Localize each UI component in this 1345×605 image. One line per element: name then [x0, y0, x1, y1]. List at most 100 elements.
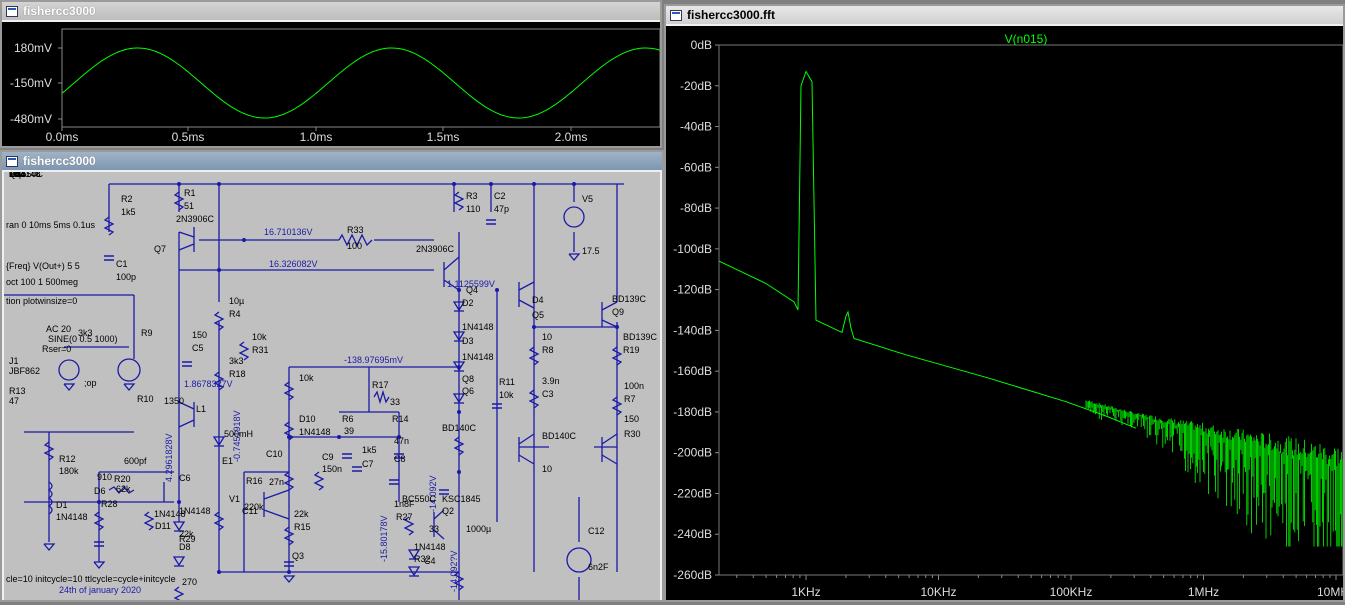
fft-ytick: -60dB — [680, 160, 712, 174]
component-label: C11 — [242, 506, 258, 516]
component-label: 150 — [624, 414, 639, 424]
component-label: R30 — [624, 429, 641, 439]
component-label: KSC1845 — [442, 494, 481, 504]
component-label: R13 — [9, 386, 26, 396]
component-label: C1 — [116, 259, 128, 269]
waveform-xtick: 1.5ms — [427, 130, 460, 144]
component-label: 10µ — [229, 296, 244, 306]
component-label: 10 — [542, 332, 552, 342]
fft-ytick: -260dB — [673, 568, 712, 582]
waveform-titlebar[interactable]: fishercc3000 — [2, 2, 660, 20]
waveform-window[interactable]: fishercc3000 180mV -150mV -480mV 0.0ms 0… — [0, 0, 662, 148]
component-label: R1 — [184, 188, 196, 198]
fft-window-icon — [670, 9, 682, 21]
fft-xtick: 10MHz — [1317, 585, 1343, 599]
component-label: R18 — [229, 369, 246, 379]
voltage-labels: 16.710136V 16.326082V 1.1125599V -138.97… — [164, 227, 495, 592]
component-label: R32 — [414, 554, 431, 564]
fft-y-axis: 0dB -20dB -40dB -60dB -80dB -100dB -120dB -140d… — [673, 38, 719, 582]
component-label: Q2 — [442, 506, 454, 516]
component-label: C3 — [542, 389, 554, 399]
component-label: BD139C — [612, 294, 647, 304]
source-text: AC 20 — [46, 324, 71, 334]
component-label: 27n — [269, 477, 284, 487]
waveform-trace — [61, 47, 661, 119]
component-label: D11 — [155, 521, 171, 531]
fft-titlebar[interactable]: fishercc3000.fft — [666, 6, 1343, 24]
component-label: Q3 — [292, 551, 304, 561]
fft-trace-label: V(n015) — [1005, 32, 1048, 46]
waveform-plot[interactable]: 180mV -150mV -480mV 0.0ms 0.5ms 1.0ms 1.… — [2, 22, 661, 146]
component-label: 62k — [116, 484, 131, 494]
component-label: 2N3906C — [176, 214, 215, 224]
component-label: 6n2F — [588, 562, 609, 572]
component-label: 1k5 — [121, 207, 136, 217]
component-label: R10 — [137, 394, 154, 404]
directive-text: ran 0 10ms 5ms 0.1us — [6, 220, 96, 230]
fft-ytick: 0dB — [691, 38, 712, 52]
voltage-label: -138.97695mV — [344, 355, 403, 365]
schematic-canvas[interactable]: ran 0 10ms 5ms 0.1us {Freq} V(Out+) 5 5 … — [4, 172, 660, 600]
schematic-titlebar[interactable]: fishercc3000 — [2, 152, 662, 170]
waveform-ytick: -480mV — [10, 112, 52, 126]
component-label: Q9 — [612, 307, 624, 317]
diodes — [172, 301, 466, 577]
fft-title: fishercc3000.fft — [687, 8, 776, 22]
component-label: 1350 — [164, 396, 184, 406]
component-label: 110 — [466, 204, 480, 214]
waveform-window-icon — [6, 5, 18, 17]
component-label: 1N4148 — [9, 172, 41, 179]
component-label: R15 — [294, 522, 311, 532]
fft-plot[interactable]: V(n015) 0dB -20dB -40dB -60dB -80dB -100dB -12… — [666, 26, 1345, 600]
component-label: R11 — [499, 377, 515, 387]
component-label: R7 — [624, 394, 636, 404]
component-label: 33 — [429, 524, 439, 534]
component-label: Q7 — [154, 244, 166, 254]
component-label: R31 — [252, 345, 269, 355]
component-label: J1 — [9, 356, 19, 366]
component-label: C12 — [588, 526, 605, 536]
component-label: R28 — [101, 499, 118, 509]
fft-ytick: -160dB — [673, 364, 712, 378]
component-label: C5 — [192, 343, 204, 353]
component-labels: R21k5C1100pQ7R1512N3906CR33100R3110C247p… — [9, 172, 658, 587]
component-label: Q6 — [462, 386, 474, 396]
waveform-xtick: 0.0ms — [46, 130, 79, 144]
component-label: 10k — [299, 373, 314, 383]
component-label: R14 — [392, 414, 409, 424]
voltage-label: 16.326082V — [269, 259, 318, 269]
component-label: R27 — [396, 512, 413, 522]
component-label: V5 — [582, 194, 593, 204]
schematic-window[interactable]: fishercc3000 ran 0 10ms 5ms 0.1us {Freq}… — [0, 150, 664, 602]
fft-ytick: -40dB — [680, 120, 712, 134]
component-label: 150 — [192, 330, 207, 340]
component-label: BD140C — [542, 431, 577, 441]
component-label: R33 — [347, 225, 364, 235]
directive-text: oct 100 1 500meg — [6, 277, 78, 287]
directive-text: cle=10 initcycle=10 ttlcycle=cycle+initc… — [6, 574, 176, 584]
component-label: BD139C — [623, 332, 658, 342]
component-label: 1N4148 — [462, 352, 494, 362]
component-label: 910 — [97, 472, 112, 482]
component-label: R9 — [141, 328, 153, 338]
component-label: 180k — [59, 466, 79, 476]
component-label: R17 — [372, 380, 389, 390]
component-label: 51 — [184, 201, 194, 211]
component-label: 17.5 — [582, 246, 600, 256]
source-text: Rser=0 — [42, 344, 71, 354]
component-label: R20 — [114, 474, 131, 484]
schematic-svg: ran 0 10ms 5ms 0.1us {Freq} V(Out+) 5 5 … — [4, 172, 658, 600]
component-label: R3 — [466, 191, 478, 201]
component-label: 100n — [624, 381, 644, 391]
component-label: BD140C — [442, 423, 477, 433]
waveform-ytick: 180mV — [14, 41, 52, 55]
fft-ytick: -140dB — [673, 323, 712, 337]
component-label: 47n — [394, 436, 409, 446]
component-label: 10k — [252, 332, 267, 342]
fft-window[interactable]: fishercc3000.fft V(n015) 0dB -20dB -40dB -6… — [664, 4, 1345, 602]
schematic-window-icon — [6, 155, 18, 167]
component-label: D1 — [56, 500, 68, 510]
component-label: 500mH — [224, 429, 253, 439]
component-label: C10 — [266, 449, 283, 459]
component-label: D10 — [299, 414, 316, 424]
